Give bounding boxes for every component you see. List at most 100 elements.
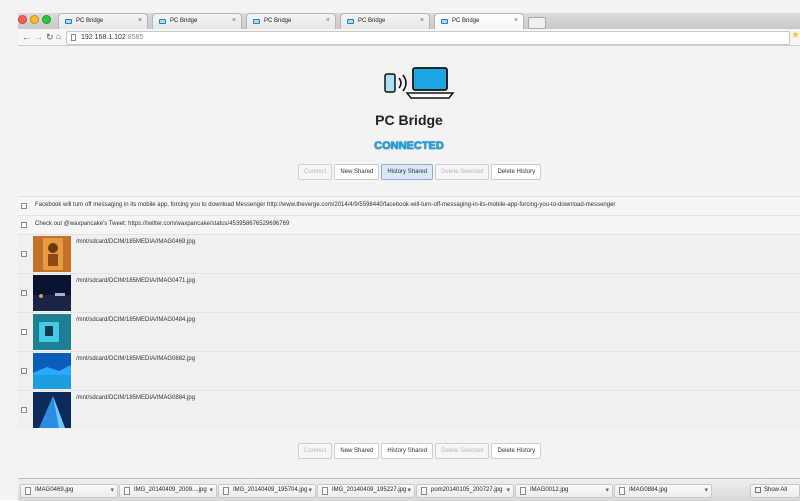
download-item[interactable]: IMAG0012.jpg ▾: [515, 484, 613, 498]
page-icon: [71, 34, 76, 41]
new-shared-button[interactable]: New Shared: [334, 164, 380, 180]
list-item: /mnt/sdcard/DCIM/185MEDIA/IMAG0884.jpg: [18, 390, 800, 429]
window-controls: [18, 15, 51, 24]
list-item: Check out @waxpancake's Tweet: https://t…: [18, 215, 800, 234]
image-thumbnail[interactable]: [33, 353, 71, 389]
history-shared-button[interactable]: History Shared: [381, 164, 434, 180]
dropdown-arrow-icon[interactable]: ▾: [209, 486, 213, 494]
image-path: /mnt/sdcard/DCIM/185MEDIA/IMAG0882.jpg: [76, 356, 196, 362]
laptop-favicon-icon: [441, 19, 448, 24]
delete-selected-button[interactable]: Delete Selected: [435, 443, 490, 459]
download-item[interactable]: IMG_20140409_2009....jpg ▾: [119, 484, 217, 498]
item-text: Facebook will turn off messaging in its …: [35, 202, 616, 208]
item-checkbox[interactable]: [21, 251, 27, 257]
delete-history-button[interactable]: Delete History: [491, 443, 542, 459]
dropdown-arrow-icon[interactable]: ▾: [110, 486, 114, 494]
connect-button[interactable]: Connect: [298, 164, 333, 180]
download-name: IMAG0884.jpg: [629, 487, 668, 493]
tab-title: PC Bridge: [358, 18, 386, 24]
home-icon[interactable]: ⌂: [56, 31, 61, 43]
download-item[interactable]: IMG_20140409_195704.jpg ▾: [218, 484, 316, 498]
image-path: /mnt/sdcard/DCIM/185MEDIA/IMAG0884.jpg: [76, 395, 196, 401]
connect-button[interactable]: Connect: [298, 443, 333, 459]
reload-icon[interactable]: ↻: [46, 31, 54, 43]
item-checkbox[interactable]: [21, 407, 27, 413]
list-item: Facebook will turn off messaging in its …: [18, 196, 800, 215]
image-thumbnail[interactable]: [33, 392, 71, 428]
connection-status: CONNECTED: [374, 140, 444, 152]
item-checkbox[interactable]: [21, 222, 27, 228]
address-bar[interactable]: 192.168.1.102:8585: [66, 31, 790, 45]
file-icon: [25, 487, 31, 495]
dropdown-arrow-icon[interactable]: ▾: [407, 486, 411, 494]
browser-tab[interactable]: PC Bridge ×: [152, 13, 242, 30]
browser-tab[interactable]: PC Bridge ×: [58, 13, 148, 30]
show-all-downloads-button[interactable]: Show All: [750, 484, 800, 498]
tab-close-icon[interactable]: ×: [138, 17, 142, 24]
list-item: /mnt/sdcard/DCIM/185MEDIA/IMAG0882.jpg: [18, 351, 800, 390]
url-text: 192.168.1.102:8585: [81, 34, 143, 41]
laptop-favicon-icon: [159, 19, 166, 24]
download-item[interactable]: IMAG0884.jpg ▾: [614, 484, 712, 498]
tab-strip: PC Bridge × PC Bridge × PC Bridge × PC B…: [18, 13, 800, 30]
tab-close-icon[interactable]: ×: [232, 17, 236, 24]
downloads-bar: IMAG0469.jpg ▾ IMG_20140409_2009....jpg …: [18, 478, 800, 501]
item-checkbox[interactable]: [21, 203, 27, 209]
download-name: IMAG0012.jpg: [530, 487, 569, 493]
download-name: IMG_20140409_195704.jpg: [233, 487, 308, 493]
file-icon: [421, 487, 427, 495]
image-thumbnail[interactable]: [33, 236, 71, 272]
item-checkbox[interactable]: [21, 290, 27, 296]
item-checkbox[interactable]: [21, 329, 27, 335]
browser-tab[interactable]: PC Bridge ×: [340, 13, 430, 30]
laptop-favicon-icon: [253, 19, 260, 24]
download-item[interactable]: IMG_20140409_195227.jpg ▾: [317, 484, 415, 498]
dropdown-arrow-icon[interactable]: ▾: [605, 486, 609, 494]
list-item: /mnt/sdcard/DCIM/185MEDIA/IMAG0484.jpg: [18, 312, 800, 351]
forward-arrow-icon[interactable]: →: [34, 31, 43, 43]
browser-tab-active[interactable]: PC Bridge ×: [434, 13, 524, 30]
close-window-button[interactable]: [18, 15, 27, 24]
laptop-favicon-icon: [65, 19, 72, 24]
item-checkbox[interactable]: [21, 368, 27, 374]
download-name: IMG_20140409_195227.jpg: [332, 487, 407, 493]
file-icon: [223, 487, 229, 495]
tab-title: PC Bridge: [76, 18, 104, 24]
tab-title: PC Bridge: [264, 18, 292, 24]
delete-history-button[interactable]: Delete History: [491, 164, 542, 180]
list-item: /mnt/sdcard/DCIM/185MEDIA/IMAG0469.jpg: [18, 234, 800, 273]
show-all-label: Show All: [764, 487, 788, 493]
downloads-icon: [755, 487, 761, 493]
tabs: PC Bridge × PC Bridge × PC Bridge × PC B…: [58, 13, 546, 30]
browser-tab[interactable]: PC Bridge ×: [246, 13, 336, 30]
url-port: :8585: [125, 34, 144, 41]
new-shared-button[interactable]: New Shared: [334, 443, 380, 459]
delete-selected-button[interactable]: Delete Selected: [435, 164, 490, 180]
browser-toolbar: ← → ↻ ⌂ 192.168.1.102:8585 ★: [18, 29, 800, 46]
item-text: Check out @waxpancake's Tweet: https://t…: [35, 221, 290, 227]
tab-close-icon[interactable]: ×: [326, 17, 330, 24]
dropdown-arrow-icon[interactable]: ▾: [506, 486, 510, 494]
tab-close-icon[interactable]: ×: [420, 17, 424, 24]
download-item[interactable]: IMAG0469.jpg ▾: [20, 484, 118, 498]
page-title: PC Bridge: [375, 112, 443, 128]
url-host: 192.168.1.102: [81, 34, 126, 41]
image-path: /mnt/sdcard/DCIM/185MEDIA/IMAG0484.jpg: [76, 317, 196, 323]
back-arrow-icon[interactable]: ←: [22, 31, 31, 43]
image-thumbnail[interactable]: [33, 314, 71, 350]
star-icon[interactable]: ★: [791, 30, 800, 41]
shared-history-list: Facebook will turn off messaging in its …: [18, 196, 800, 429]
download-item[interactable]: pom20140105_200727.jpg ▾: [416, 484, 514, 498]
tab-title: PC Bridge: [170, 18, 198, 24]
dropdown-arrow-icon[interactable]: ▾: [704, 486, 708, 494]
minimize-window-button[interactable]: [30, 15, 39, 24]
file-icon: [520, 487, 526, 495]
file-icon: [124, 487, 130, 495]
action-buttons-top: Connect New Shared History Shared Delete…: [298, 164, 542, 180]
dropdown-arrow-icon[interactable]: ▾: [308, 486, 312, 494]
tab-close-icon[interactable]: ×: [514, 17, 518, 24]
zoom-window-button[interactable]: [42, 15, 51, 24]
image-thumbnail[interactable]: [33, 275, 71, 311]
history-shared-button[interactable]: History Shared: [381, 443, 434, 459]
new-tab-button[interactable]: [528, 17, 546, 29]
